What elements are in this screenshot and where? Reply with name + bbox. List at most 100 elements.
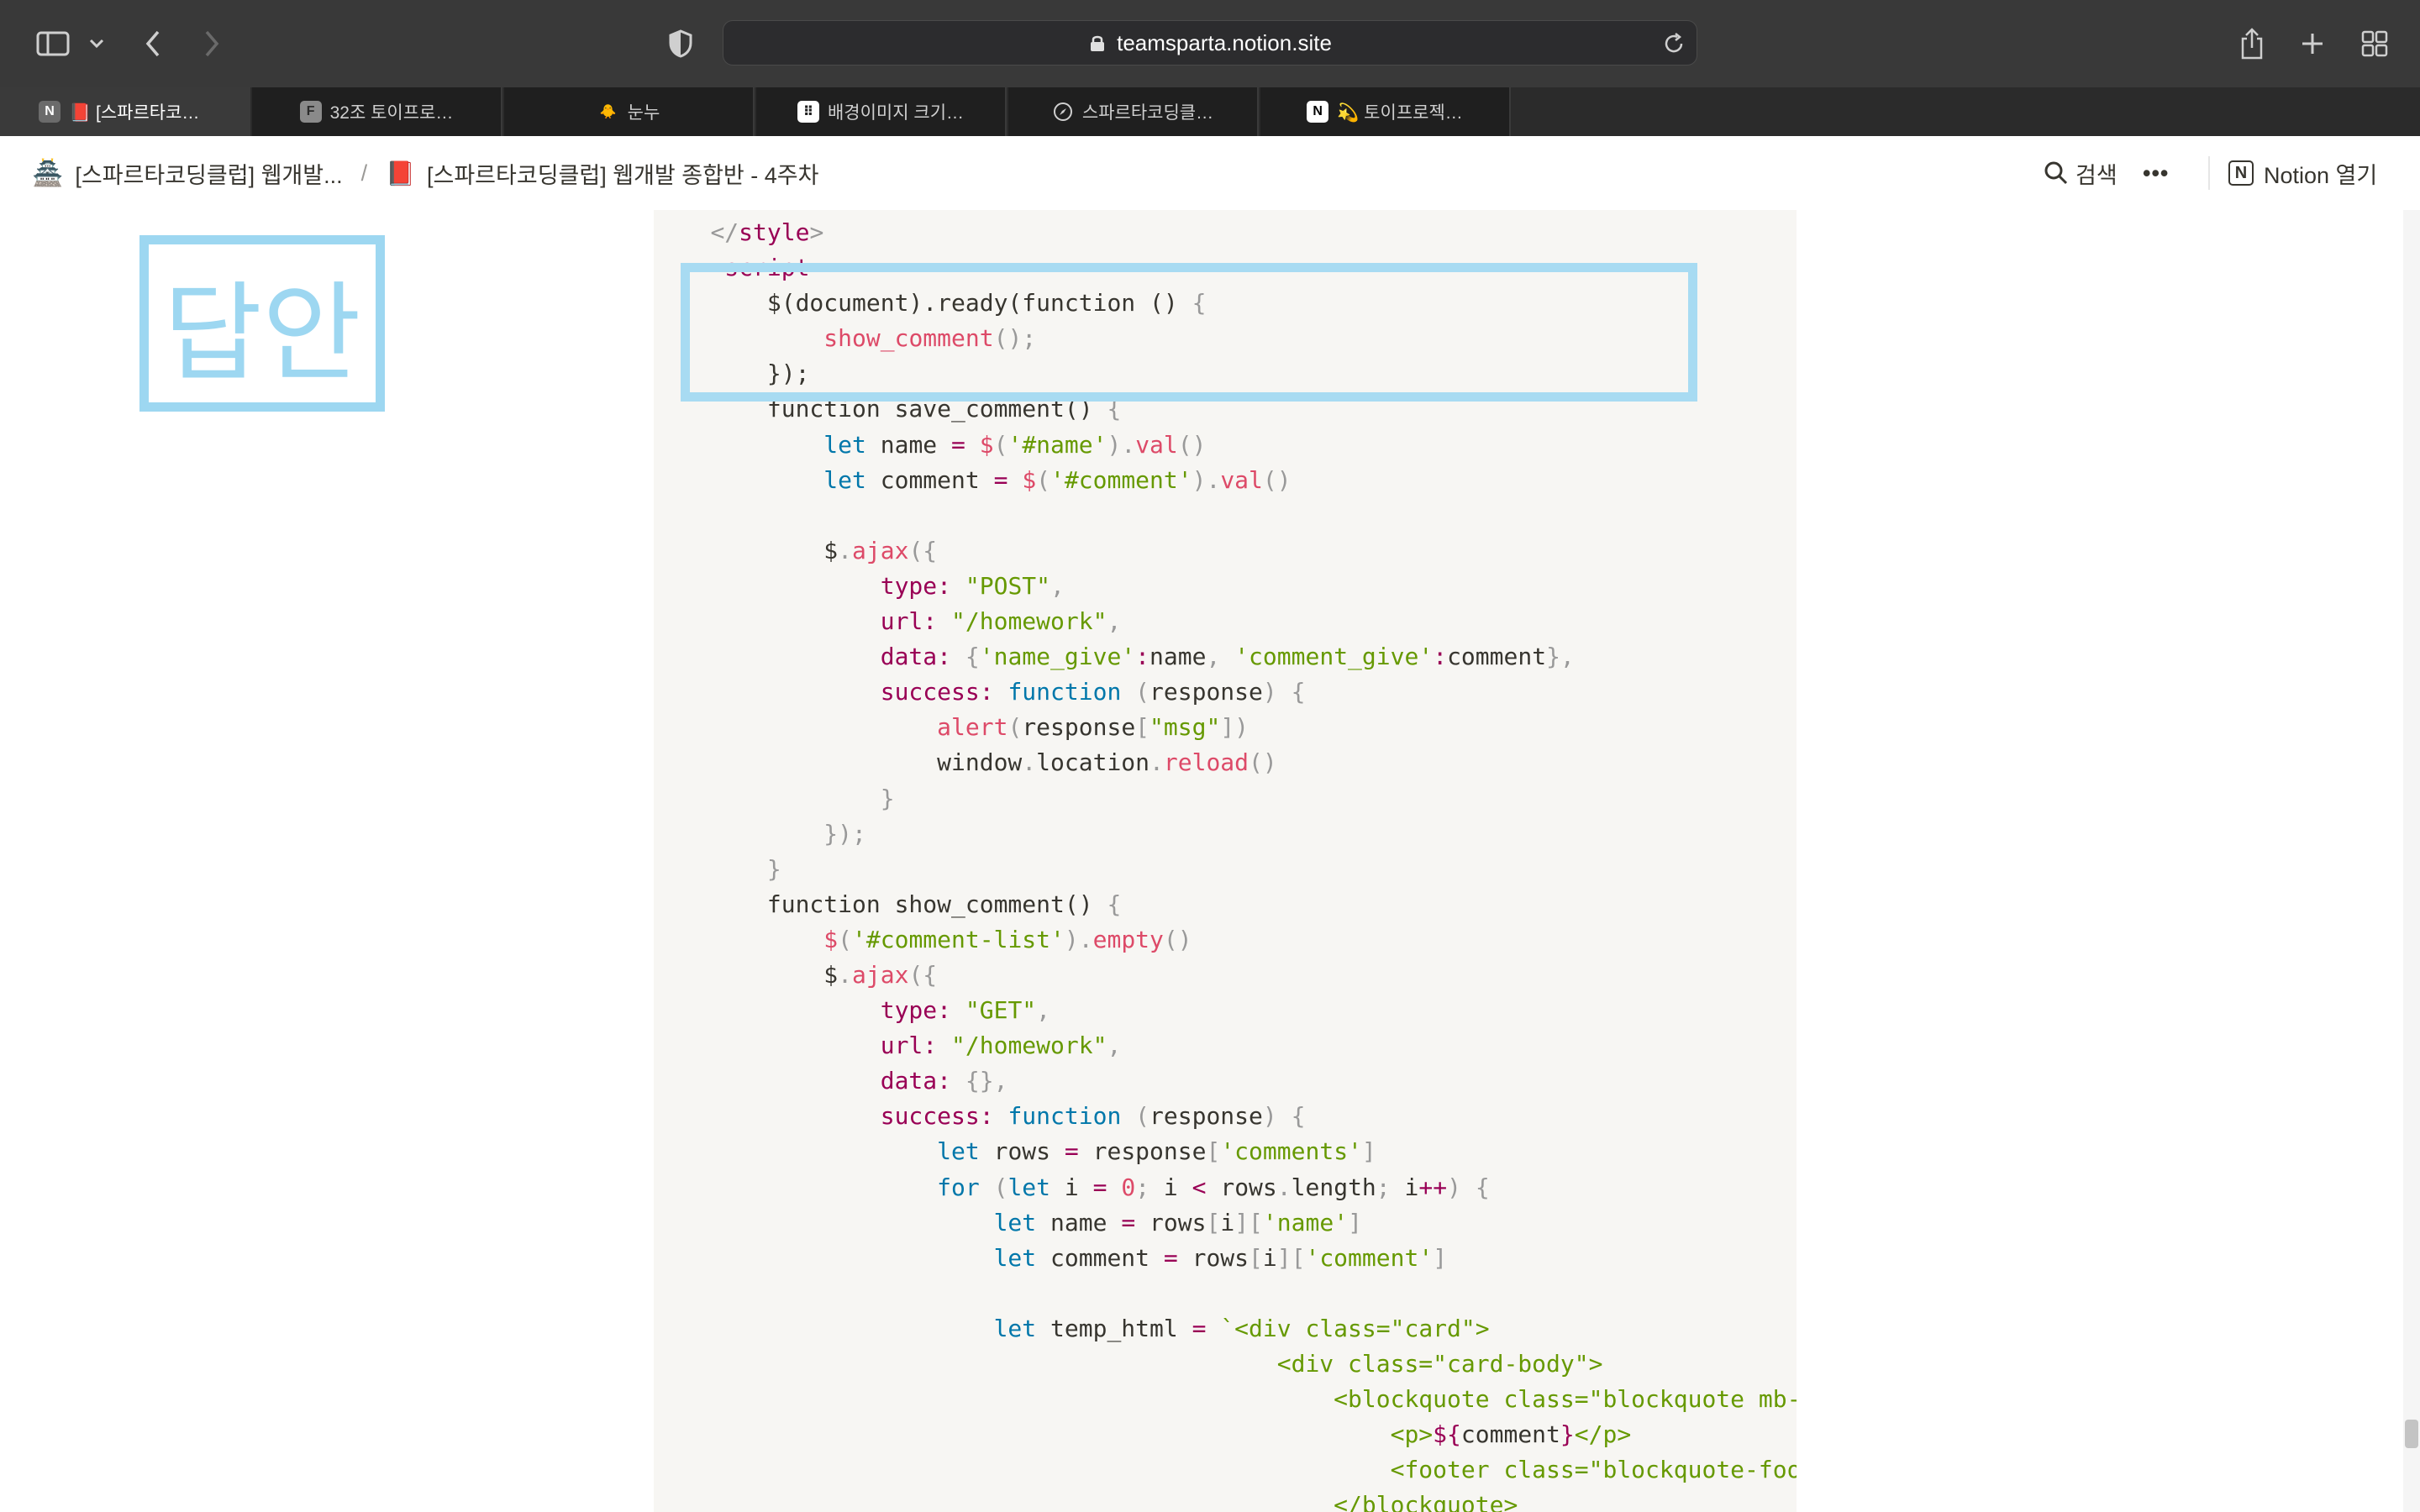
code-line: let temp_html = `<div class="card"> (654, 1311, 1797, 1347)
code-token: rows (1206, 1173, 1277, 1201)
code-token: response (1150, 1102, 1263, 1131)
tab-noonnu[interactable]: 🐥 눈누 (504, 87, 755, 136)
code-token: "POST" (965, 571, 1051, 600)
code-token: 'name' (1262, 1208, 1349, 1236)
code-content: </style> script $(document).ready(functi… (654, 215, 1797, 1512)
code-token: [ (1291, 1243, 1306, 1272)
code-line: type: "POST", (654, 569, 1797, 604)
code-token: ]) (1220, 713, 1249, 742)
code-line: </style> (654, 215, 1797, 250)
code-token: { (1475, 1173, 1490, 1201)
code-token: "msg" (1150, 713, 1221, 742)
tab-toy-project-notion[interactable]: N 💫 토이프로젝… (1260, 87, 1511, 136)
code-token: () (1262, 465, 1292, 494)
breadcrumb-item-current[interactable]: [스파르타코딩클럽] 웹개발 종합반 - 4주차 (427, 157, 818, 190)
code-token: = (1163, 1243, 1178, 1272)
code-token: let (1007, 1173, 1051, 1201)
code-token: val (1135, 430, 1178, 459)
code-token: '#comment' (1050, 465, 1192, 494)
scrollbar-thumb[interactable] (2405, 1420, 2418, 1448)
code-line: success: function (response) { (654, 675, 1797, 710)
scrollbar[interactable] (2403, 210, 2420, 1512)
tab-background-image-size[interactable]: ⠿ 배경이미지 크기… (756, 87, 1007, 136)
code-token: ({ (908, 536, 938, 564)
code-line: <p>${comment}</p> (654, 1417, 1797, 1452)
code-token: i (1390, 1173, 1419, 1201)
code-token: ( (1036, 465, 1051, 494)
tab-sparta-coding-club[interactable]: 스파르타코딩클… (1008, 87, 1259, 136)
code-token: ] (1361, 1137, 1376, 1166)
code-token: [ (1135, 713, 1150, 742)
reload-icon[interactable] (1661, 31, 1686, 56)
new-tab-icon[interactable] (2296, 22, 2329, 66)
tab-toy-project-figma[interactable]: F 32조 토이프로… (252, 87, 502, 136)
tab-label: 눈누 (627, 103, 660, 123)
code-token: = (1192, 1314, 1207, 1342)
code-token: response (1078, 1137, 1207, 1166)
share-icon[interactable] (2235, 22, 2269, 66)
code-token: i (1220, 1208, 1235, 1236)
chevron-down-icon[interactable] (84, 22, 109, 66)
address-bar[interactable]: teamsparta.notion.site (723, 20, 1697, 66)
code-token: ] (1348, 1208, 1362, 1236)
code-token: 0 (1121, 1173, 1136, 1201)
breadcrumb-separator: / (360, 160, 368, 186)
code-token: location (1036, 748, 1150, 777)
privacy-shield-icon[interactable] (664, 22, 697, 66)
tab-sparta-notion[interactable]: N 📕 [스파르타코… (0, 87, 250, 136)
more-button[interactable]: ••• (2143, 136, 2169, 210)
forward-icon[interactable] (195, 22, 229, 66)
breadcrumb: 🏯 [스파르타코딩클럽] 웹개발... / 📕 [스파르타코딩클럽] 웹개발 종… (32, 136, 818, 210)
back-icon[interactable] (136, 22, 170, 66)
breadcrumb-item-parent[interactable]: [스파르타코딩클럽] 웹개발... (75, 157, 342, 190)
code-token: }, (1546, 643, 1575, 671)
notion-icon: N (39, 101, 60, 123)
open-in-notion-button[interactable]: N Notion 열기 (2228, 136, 2377, 210)
code-token: . (1150, 748, 1164, 777)
sidebar-toggle-icon[interactable] (32, 22, 74, 66)
code-token: style (739, 218, 810, 246)
code-token: = (993, 465, 1008, 494)
highlight-box (681, 263, 1697, 402)
code-token: name (1036, 1208, 1122, 1236)
browser-toolbar: teamsparta.notion.site (0, 0, 2420, 87)
code-token: { (965, 643, 980, 671)
code-line: <footer class="blockquote-footer"> (654, 1452, 1797, 1488)
code-token: name (865, 430, 952, 459)
search-button[interactable]: 검색 (2044, 136, 2118, 210)
code-line: for (let i = 0; i < rows.length; i++) { (654, 1170, 1797, 1205)
code-line: success: function (response) { (654, 1099, 1797, 1134)
code-token: alert (937, 713, 1008, 742)
code-token: $ (823, 925, 839, 953)
dots-grid-icon: ⠿ (797, 101, 819, 123)
code-token: . (1206, 465, 1221, 494)
code-token: ] (1433, 1243, 1448, 1272)
code-token: < (1192, 1173, 1207, 1201)
code-token: $ (654, 536, 839, 564)
code-block[interactable]: </style> script $(document).ready(functi… (654, 210, 1797, 1512)
code-token: success: (880, 678, 994, 706)
code-line: data: {'name_give':name, 'comment_give':… (654, 639, 1797, 675)
tab-overview-icon[interactable] (2358, 22, 2391, 66)
code-line: let comment = rows[i]['comment'] (654, 1241, 1797, 1276)
code-token: length (1291, 1173, 1376, 1201)
code-token: url: (880, 607, 938, 636)
code-token: ajax (852, 536, 909, 564)
code-token: let (937, 1137, 980, 1166)
code-token: : (1135, 643, 1150, 671)
